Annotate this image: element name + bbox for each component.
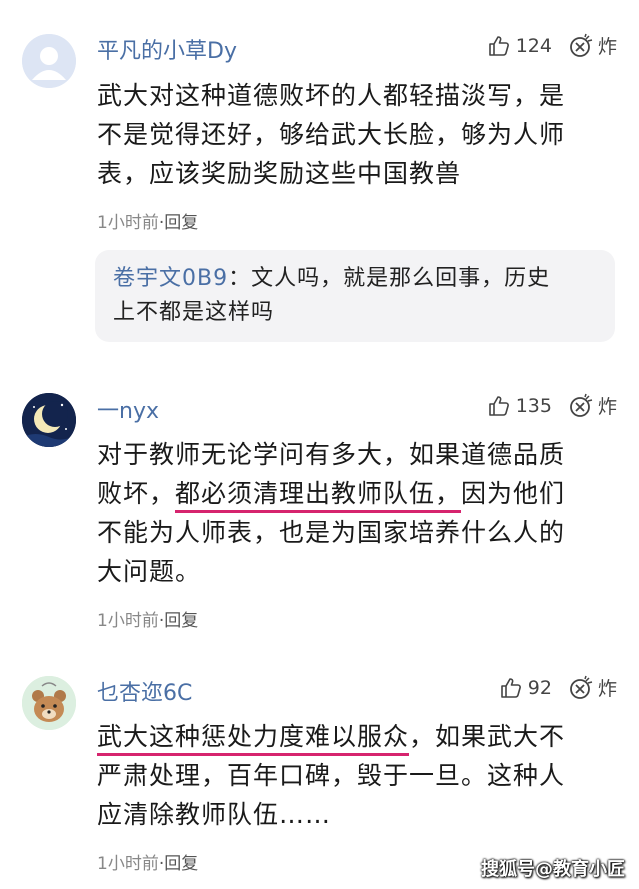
comment-line: 不是觉得还好，够给武大长脸，够为人师	[97, 120, 566, 149]
bomb-label: 炸	[597, 396, 617, 418]
reply-link[interactable]: ·回复	[159, 854, 198, 874]
like-button[interactable]: 124	[487, 34, 552, 58]
like-button[interactable]: 135	[487, 394, 552, 418]
thumbs-up-icon	[488, 395, 509, 416]
bomb-button[interactable]: 炸	[568, 674, 617, 701]
comment-line: 对于教师无论学问有多大，如果道德品质	[97, 440, 566, 469]
comment-text: 武大这种惩处力度难以服众，如果武大不 严肃处理，百年口碑，毁于一旦。这种人 应清…	[97, 717, 617, 834]
moon-night-avatar-icon	[22, 393, 76, 447]
comment-segment: 败坏，	[97, 479, 176, 508]
reply-content-cont: 上不都是这样吗	[113, 300, 275, 325]
comment-line: 败坏，都必须清理出教师队伍，因为他们	[97, 474, 617, 513]
avatar[interactable]	[22, 393, 76, 447]
comment-meta: 1小时前·回复	[97, 208, 198, 233]
reply-content: 文人吗，就是那么回事，历史	[251, 266, 551, 291]
bear-cartoon-avatar-icon	[22, 676, 76, 730]
comment-text: 武大对这种道德败坏的人都轻描淡写，是 不是觉得还好，够给武大长脸，够为人师 表，…	[97, 76, 617, 193]
comment-line: 不能为人师表，也是为国家培养什么人的	[97, 518, 566, 547]
reply-link[interactable]: ·回复	[159, 611, 198, 631]
avatar[interactable]	[22, 676, 76, 730]
comment-line: 严肃处理，百年口碑，毁于一旦。这种人	[97, 761, 566, 790]
comment-line: 应清除教师队伍……	[97, 800, 332, 829]
timestamp: 1小时前	[97, 213, 159, 233]
like-count: 92	[527, 676, 552, 699]
reply-preview[interactable]: 卷宇文0B9：文人吗，就是那么回事，历史上不都是这样吗	[95, 250, 615, 342]
username[interactable]: 平凡的小草Dy	[97, 33, 237, 65]
comment-meta: 1小时前·回复	[97, 849, 198, 874]
comment-actions: 135 炸	[487, 392, 617, 419]
default-person-avatar-icon	[22, 34, 76, 88]
bomb-icon	[570, 33, 593, 57]
bomb-button[interactable]: 炸	[568, 32, 617, 59]
comment-text: 对于教师无论学问有多大，如果道德品质 败坏，都必须清理出教师队伍，因为他们 不能…	[97, 435, 617, 591]
comment-line: 武大对这种道德败坏的人都轻描淡写，是	[97, 81, 566, 110]
comment-actions: 124 炸	[487, 32, 617, 59]
bomb-label: 炸	[597, 36, 617, 58]
timestamp: 1小时前	[97, 854, 159, 874]
username[interactable]: 乜杏迩6C	[97, 675, 192, 707]
highlighted-segment: 武大这种惩处力度难以服众	[97, 722, 410, 756]
reply-username[interactable]: 卷宇文0B9	[113, 266, 228, 291]
bomb-button[interactable]: 炸	[568, 392, 617, 419]
comment-actions: 92 炸	[499, 674, 617, 701]
thumbs-up-icon	[500, 677, 521, 698]
comment-line: 武大这种惩处力度难以服众，如果武大不	[97, 717, 617, 756]
comment-segment: 因为他们	[461, 479, 566, 508]
bomb-icon	[570, 393, 593, 417]
username[interactable]: 一nyx	[97, 393, 159, 425]
avatar[interactable]	[22, 34, 76, 88]
bomb-icon	[570, 675, 593, 699]
thumbs-up-icon	[488, 35, 509, 56]
comment-segment: ，如果武大不	[409, 722, 566, 751]
comment-meta: 1小时前·回复	[97, 606, 198, 631]
comment-line: 表，应该奖励奖励这些中国教兽	[97, 159, 462, 188]
timestamp: 1小时前	[97, 611, 159, 631]
like-count: 135	[515, 394, 552, 417]
reply-separator: ：	[228, 266, 252, 291]
reply-link[interactable]: ·回复	[159, 213, 198, 233]
highlighted-segment: 都必须清理出教师队伍，	[175, 479, 462, 513]
watermark: 搜狐号@教育小匠	[481, 859, 625, 880]
like-count: 124	[515, 34, 552, 57]
like-button[interactable]: 92	[499, 676, 552, 700]
bomb-label: 炸	[597, 678, 617, 700]
reply-text: 卷宇文0B9：文人吗，就是那么回事，历史上不都是这样吗	[113, 262, 601, 330]
comment-line: 大问题。	[97, 557, 202, 586]
